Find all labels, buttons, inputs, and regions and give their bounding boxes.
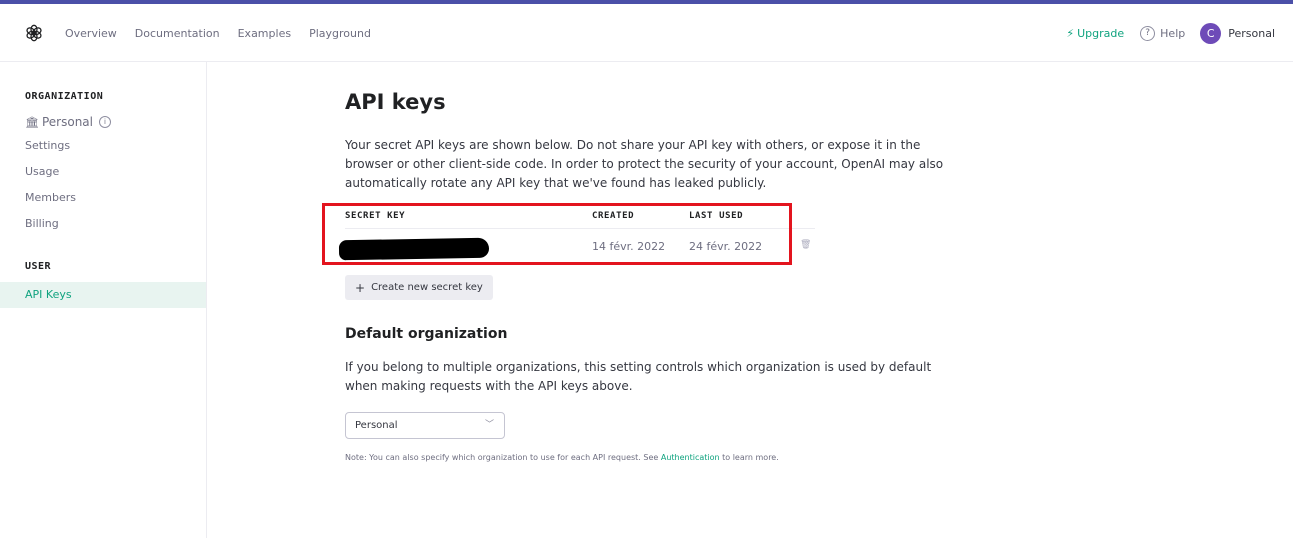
top-navigation: Overview Documentation Examples Playgrou… [0, 4, 1293, 62]
sidebar-heading-organization: ORGANIZATION [25, 91, 104, 102]
plus-icon: + [355, 280, 366, 295]
sidebar-item-members[interactable]: Members [25, 191, 76, 204]
help-label: Help [1160, 26, 1186, 40]
upgrade-link[interactable]: ⚡ Upgrade [1066, 27, 1124, 40]
avatar: C [1200, 22, 1222, 44]
organization-icon: 🏛 [25, 115, 39, 129]
page-title: API keys [345, 90, 446, 114]
sidebar-heading-user: USER [25, 261, 52, 272]
default-organization-title: Default organization [345, 326, 508, 342]
default-organization-description: If you belong to multiple organizations,… [345, 360, 932, 393]
nav-playground[interactable]: Playground [309, 27, 371, 40]
header-actions: ⚡ Upgrade ? Help C Personal [1066, 4, 1275, 62]
nav-overview[interactable]: Overview [65, 27, 117, 40]
upgrade-label: Upgrade [1077, 26, 1125, 40]
note-suffix: to learn more. [719, 453, 779, 462]
note-prefix: Note: You can also specify which organiz… [345, 453, 661, 462]
primary-nav: Overview Documentation Examples Playgrou… [65, 4, 389, 62]
note-text: Note: You can also specify which organiz… [345, 453, 779, 462]
nav-examples[interactable]: Examples [238, 27, 291, 40]
create-secret-key-button[interactable]: + Create new secret key [345, 275, 493, 300]
select-value: Personal [355, 420, 398, 431]
sidebar-org-name: Personal [41, 115, 93, 129]
default-organization-select[interactable]: Personal ﹀ [345, 412, 505, 439]
sidebar-item-usage[interactable]: Usage [25, 165, 59, 178]
authentication-link[interactable]: Authentication [661, 453, 720, 462]
question-circle-icon: ? [1140, 25, 1156, 41]
nav-documentation[interactable]: Documentation [135, 27, 220, 40]
account-menu[interactable]: C Personal [1200, 22, 1275, 44]
intro-text: Your secret API keys are shown below. Do… [345, 138, 944, 190]
sidebar-item-billing[interactable]: Billing [25, 217, 59, 230]
account-name: Personal [1228, 26, 1275, 40]
sidebar: ORGANIZATION 🏛 Personal i Settings Usage… [0, 62, 207, 538]
info-icon[interactable]: i [98, 116, 111, 128]
red-highlight-box [322, 203, 792, 265]
sidebar-item-api-keys[interactable]: API Keys [0, 282, 206, 308]
trash-icon[interactable]: 🗑 [800, 240, 811, 250]
openai-logo-icon[interactable] [24, 23, 44, 43]
bolt-icon: ⚡ [1066, 26, 1075, 40]
chevron-down-icon: ﹀ [484, 420, 494, 430]
page: Overview Documentation Examples Playgrou… [0, 0, 1293, 538]
help-link[interactable]: ? Help [1140, 25, 1186, 41]
sidebar-item-settings[interactable]: Settings [25, 139, 70, 152]
create-secret-key-label: Create new secret key [371, 282, 483, 293]
sidebar-item-org-personal[interactable]: 🏛 Personal i [25, 115, 111, 129]
